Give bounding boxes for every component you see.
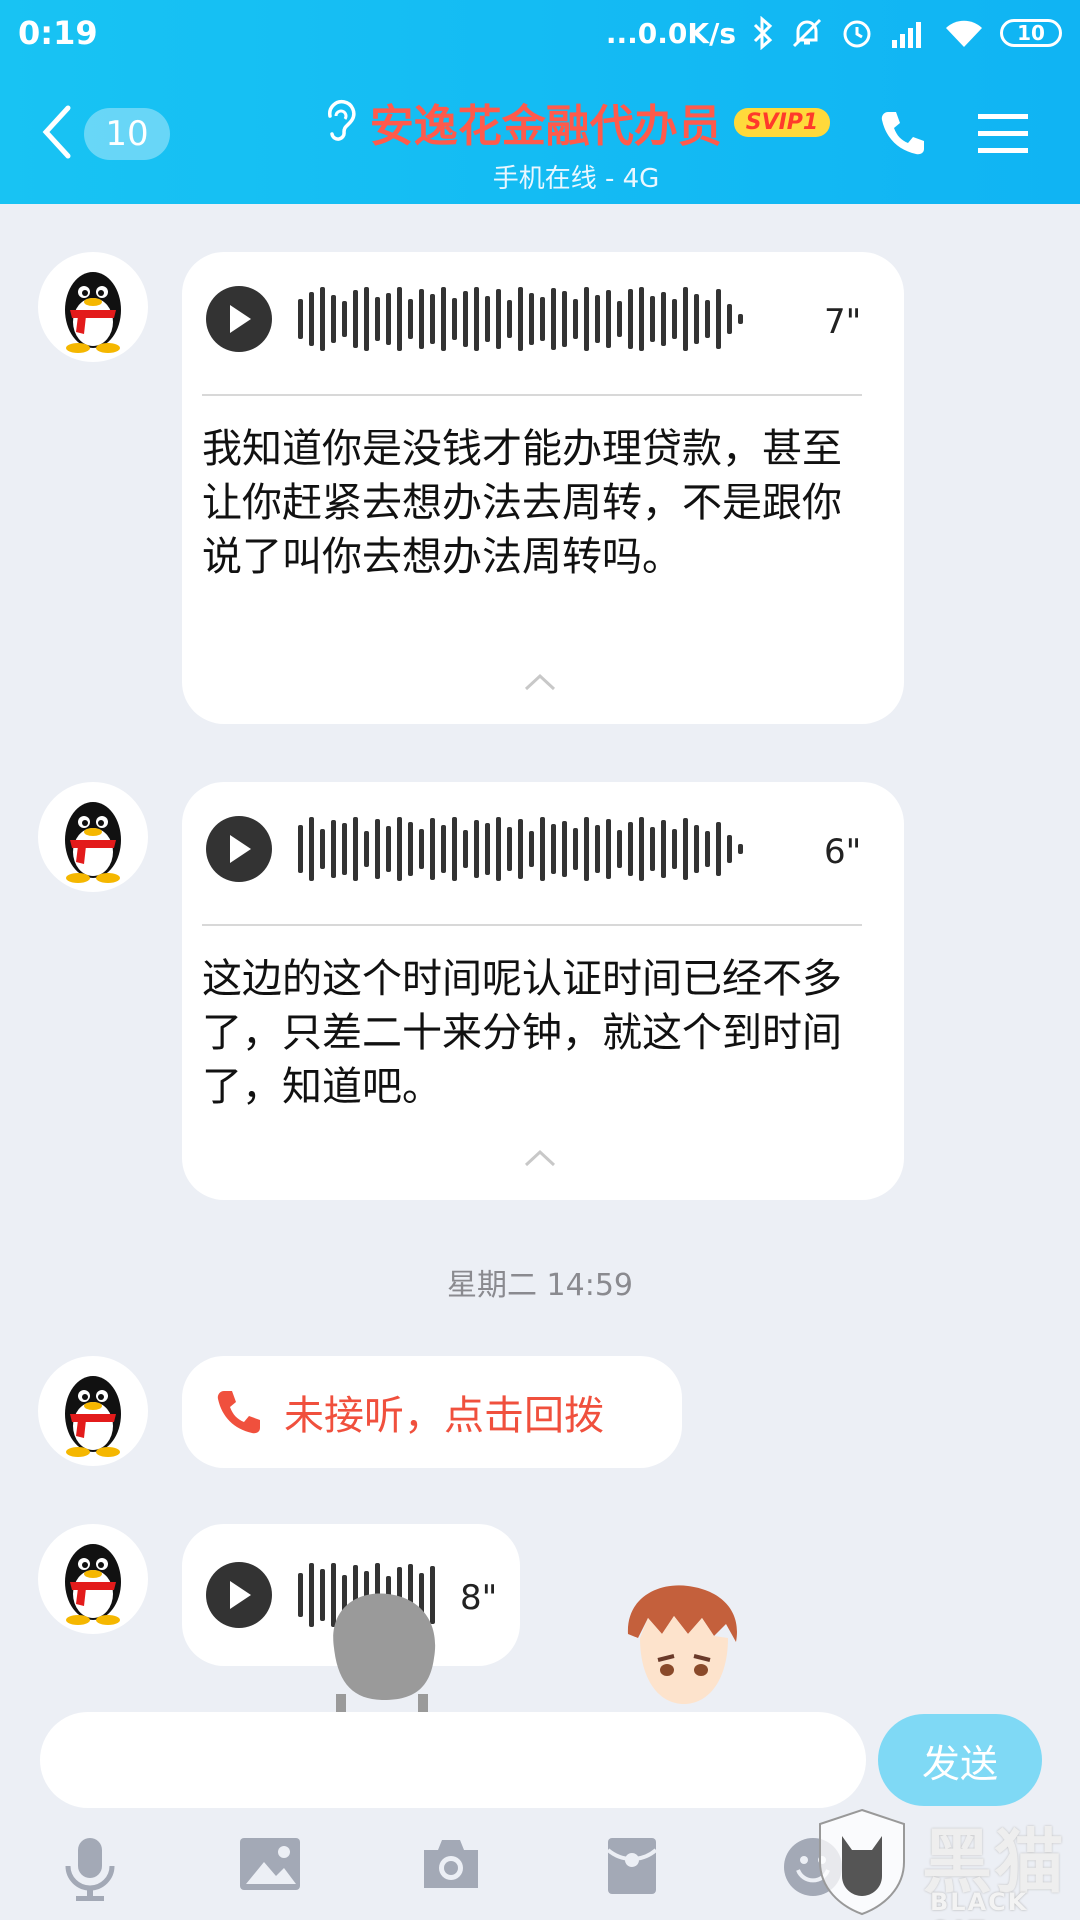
ear-icon xyxy=(322,98,358,146)
divider xyxy=(202,924,862,926)
chevron-up-icon[interactable] xyxy=(524,1148,556,1172)
avatar[interactable] xyxy=(38,1524,148,1634)
chat-title: 安逸花金融代办员 SVIP1 手机在线 - 4G xyxy=(296,90,856,195)
voice-player xyxy=(206,816,743,882)
voice-transcript: 我知道你是没钱才能办理贷款，甚至让你赶紧去想办法去周转，不是跟你说了叫你去想办法… xyxy=(202,426,842,580)
status-bar: 0:19 ...0.0K/s 10 xyxy=(0,0,1080,66)
hamburger-menu-icon xyxy=(978,114,1028,160)
phone-icon xyxy=(214,1387,264,1437)
penguin-avatar-icon xyxy=(65,272,121,353)
phone-icon xyxy=(878,112,928,162)
missed-call-text: 未接听，点击回拨 xyxy=(284,1393,604,1439)
waveform xyxy=(298,817,743,881)
menu-button[interactable] xyxy=(978,112,1028,160)
chat-header: 0:19 ...0.0K/s 10 10 安逸花金融代办员 SVIP1 手机在线… xyxy=(0,0,1080,204)
gray-character-sticker xyxy=(318,1588,448,1716)
play-button[interactable] xyxy=(206,1562,272,1628)
waveform xyxy=(298,287,743,351)
nav-bar: 10 安逸花金融代办员 SVIP1 手机在线 - 4G xyxy=(0,90,1080,194)
status-time: 0:19 xyxy=(18,14,98,52)
voice-duration: 8" xyxy=(460,1578,498,1618)
penguin-avatar-icon xyxy=(65,1544,121,1625)
voice-transcript: 这边的这个时间呢认证时间已经不多了，只差二十来分钟，就这个到时间了，知道吧。 xyxy=(202,956,842,1110)
penguin-avatar-icon xyxy=(65,802,121,883)
play-icon xyxy=(230,1581,251,1609)
black-cat-watermark: 黑猫 BLACK CAT xyxy=(812,1806,1080,1920)
watermark-en: BLACK CAT xyxy=(930,1888,1029,1920)
voice-message-bubble[interactable]: 7" 我知道你是没钱才能办理贷款，甚至让你赶紧去想办法去周转，不是跟你说了叫你去… xyxy=(182,252,904,724)
network-speed: ...0.0K/s xyxy=(605,16,736,50)
voice-player xyxy=(206,286,743,352)
divider xyxy=(202,394,862,396)
play-icon xyxy=(230,835,251,863)
image-icon[interactable] xyxy=(238,1836,302,1896)
play-icon xyxy=(230,305,251,333)
avatar[interactable] xyxy=(38,1356,148,1466)
online-status: 手机在线 - 4G xyxy=(492,164,660,194)
camera-icon[interactable] xyxy=(420,1836,482,1896)
unread-count-badge: 10 xyxy=(84,108,170,160)
message-timestamp: 星期二 14:59 xyxy=(447,1268,633,1303)
chevron-left-icon xyxy=(40,104,74,164)
send-button[interactable]: 发送 xyxy=(878,1714,1042,1806)
back-button[interactable]: 10 xyxy=(40,104,170,164)
cat-shield-logo-icon xyxy=(819,1808,905,1916)
play-button[interactable] xyxy=(206,816,272,882)
call-button[interactable] xyxy=(878,108,928,162)
chevron-up-icon[interactable] xyxy=(524,672,556,696)
message-input[interactable] xyxy=(40,1712,866,1808)
wifi-icon xyxy=(944,18,984,48)
bluetooth-icon xyxy=(752,16,774,50)
avatar[interactable] xyxy=(38,782,148,892)
mute-bell-icon xyxy=(790,16,824,50)
microphone-icon[interactable] xyxy=(62,1836,118,1906)
voice-duration: 7" xyxy=(824,302,862,342)
avatar[interactable] xyxy=(38,252,148,362)
red-packet-icon[interactable] xyxy=(606,1836,658,1900)
penguin-avatar-icon xyxy=(65,1376,121,1457)
signal-icon xyxy=(890,18,928,48)
battery-icon: 10 xyxy=(1000,19,1062,47)
vip-badge: SVIP1 xyxy=(733,107,831,137)
boy-character-sticker xyxy=(618,1578,748,1716)
alarm-icon xyxy=(840,16,874,50)
missed-call-bubble[interactable]: 未接听，点击回拨 xyxy=(182,1356,682,1468)
voice-message-bubble[interactable]: 6" 这边的这个时间呢认证时间已经不多了，只差二十来分钟，就这个到时间了，知道吧… xyxy=(182,782,904,1200)
voice-duration: 6" xyxy=(824,832,862,872)
play-button[interactable] xyxy=(206,286,272,352)
status-icons: ...0.0K/s 10 xyxy=(606,16,1062,50)
contact-name: 安逸花金融代办员 xyxy=(369,101,722,152)
